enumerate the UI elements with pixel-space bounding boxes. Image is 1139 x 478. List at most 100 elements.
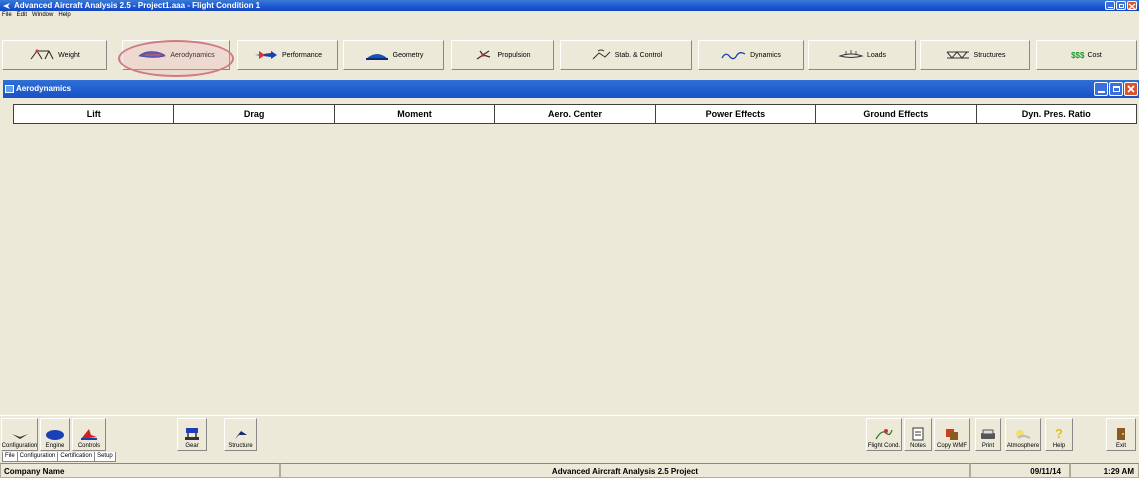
child-minimize-icon[interactable] [1094, 82, 1108, 96]
child-restore-icon[interactable] [1109, 82, 1123, 96]
status-bar: Company Name Advanced Aircraft Analysis … [0, 463, 1139, 478]
structure-label: Structure [228, 443, 253, 449]
copy-wmf-icon [946, 429, 958, 440]
child-window-body [3, 124, 1139, 415]
status-time: 1:29 AM [1070, 463, 1139, 478]
aero-tab-bar: Lift Drag Moment Aero. Center Power Effe… [13, 104, 1137, 124]
gear-icon [185, 428, 199, 440]
menu-help[interactable]: Help [58, 11, 70, 20]
notes-icon [912, 427, 924, 441]
propulsion-button[interactable]: Propulsion [451, 40, 554, 70]
gear-button[interactable]: Gear [177, 418, 207, 451]
stability-control-button[interactable]: Stab. & Control [560, 40, 692, 70]
engine-button[interactable]: Engine [40, 418, 70, 451]
tab-power-effects[interactable]: Power Effects [655, 105, 817, 123]
tab-moment[interactable]: Moment [334, 105, 496, 123]
airfoil-icon [138, 51, 166, 58]
tab-ground-effects[interactable]: Ground Effects [816, 105, 977, 123]
aerodynamics-label: Aerodynamics [170, 51, 215, 59]
bottom-toolbar: Configuration Engine Controls Gear Struc… [0, 415, 1139, 452]
atmosphere-icon [1016, 430, 1031, 439]
status-date: 09/11/14 [970, 463, 1070, 478]
performance-button[interactable]: Performance [237, 40, 338, 70]
geometry-label: Geometry [392, 51, 424, 59]
engine-icon [46, 430, 64, 440]
status-project: Advanced Aircraft Analysis 2.5 Project [280, 463, 970, 478]
tab-lift[interactable]: Lift [14, 105, 175, 123]
exit-button[interactable]: Exit [1106, 418, 1136, 451]
tab-aero-center[interactable]: Aero. Center [495, 105, 656, 123]
response-curve-icon [721, 52, 746, 60]
restore-icon[interactable] [1116, 1, 1126, 10]
geometry-button[interactable]: Geometry [343, 40, 444, 70]
notes-label: Notes [910, 443, 926, 449]
dynamics-label: Dynamics [750, 51, 781, 59]
menu-window[interactable]: Window [32, 11, 53, 20]
sheet-tab-bar: File Configuration Certification Setup [0, 452, 1139, 462]
minimize-icon[interactable] [1105, 1, 1115, 10]
airplane-arrow-icon [254, 51, 277, 59]
menu-file[interactable]: File [2, 11, 12, 20]
copy-wmf-button[interactable]: Copy WMF [934, 418, 970, 451]
configuration-label: Configuration [1, 443, 38, 449]
sheet-tab-file[interactable]: File [2, 452, 18, 462]
copy-wmf-label: Copy WMF [937, 443, 967, 449]
menu-edit[interactable]: Edit [17, 11, 27, 20]
flight-condition-icon [875, 429, 893, 440]
engine-label: Engine [45, 443, 65, 449]
structures-label: Structures [973, 51, 1006, 59]
child-window-controls [1094, 82, 1138, 96]
propeller-icon [477, 50, 491, 60]
module-toolbar: Weight Aerodynamics Performance Geometry… [0, 20, 1139, 81]
help-icon: ? [1055, 426, 1063, 441]
menu-bar: File Edit Window Help [0, 11, 1139, 20]
stability-icon [592, 49, 611, 60]
sheet-tab-configuration[interactable]: Configuration [16, 452, 59, 462]
app-icon [3, 3, 10, 9]
controls-icon [81, 429, 97, 440]
truss-icon [946, 51, 969, 59]
structure-button[interactable]: Structure [224, 418, 257, 451]
aerodynamics-window: Aerodynamics Lift Drag Moment Aero. Cent… [3, 80, 1139, 415]
weight-button[interactable]: Weight [2, 40, 107, 70]
structure-icon [234, 431, 247, 439]
close-icon[interactable] [1127, 1, 1137, 10]
notes-button[interactable]: Notes [904, 418, 932, 451]
controls-label: Controls [77, 443, 101, 449]
wing-loads-icon [838, 50, 864, 58]
dollar-signs-icon: $$$ [1071, 50, 1085, 60]
loads-button[interactable]: Loads [808, 40, 916, 70]
sheet-tab-setup[interactable]: Setup [94, 452, 116, 462]
status-company: Company Name [0, 463, 280, 478]
printer-icon [981, 429, 995, 439]
performance-label: Performance [281, 51, 323, 59]
aerodynamics-button[interactable]: Aerodynamics [122, 40, 230, 70]
child-window-title: Aerodynamics [16, 84, 72, 93]
cost-label: Cost [1087, 51, 1102, 59]
print-label: Print [981, 443, 995, 449]
gear-label: Gear [185, 443, 199, 449]
flight-condition-button[interactable]: Flight Cond. [866, 418, 902, 451]
help-button[interactable]: ? Help [1045, 418, 1073, 451]
controls-button[interactable]: Controls [72, 418, 106, 451]
dynamics-button[interactable]: Dynamics [698, 40, 804, 70]
flight-condition-label: Flight Cond. [867, 443, 901, 449]
tab-drag[interactable]: Drag [174, 105, 335, 123]
window-controls [1105, 1, 1137, 10]
configuration-button[interactable]: Configuration [1, 418, 38, 451]
child-window-icon [5, 85, 14, 93]
print-button[interactable]: Print [975, 418, 1001, 451]
cost-button[interactable]: $$$ Cost [1036, 40, 1137, 70]
child-title-bar[interactable]: Aerodynamics [3, 80, 1139, 98]
balance-scale-icon [30, 49, 54, 60]
weight-label: Weight [58, 51, 80, 59]
configuration-icon [11, 434, 28, 439]
title-bar[interactable]: Advanced Aircraft Analysis 2.5 - Project… [0, 0, 1139, 11]
sheet-tab-certification[interactable]: Certification [57, 452, 96, 462]
child-close-icon[interactable] [1124, 82, 1138, 96]
atmosphere-label: Atmosphere [1006, 443, 1040, 449]
structures-button[interactable]: Structures [920, 40, 1030, 70]
tab-dyn-pres-ratio[interactable]: Dyn. Pres. Ratio [976, 105, 1136, 123]
propulsion-label: Propulsion [497, 51, 531, 59]
atmosphere-button[interactable]: Atmosphere [1005, 418, 1041, 451]
